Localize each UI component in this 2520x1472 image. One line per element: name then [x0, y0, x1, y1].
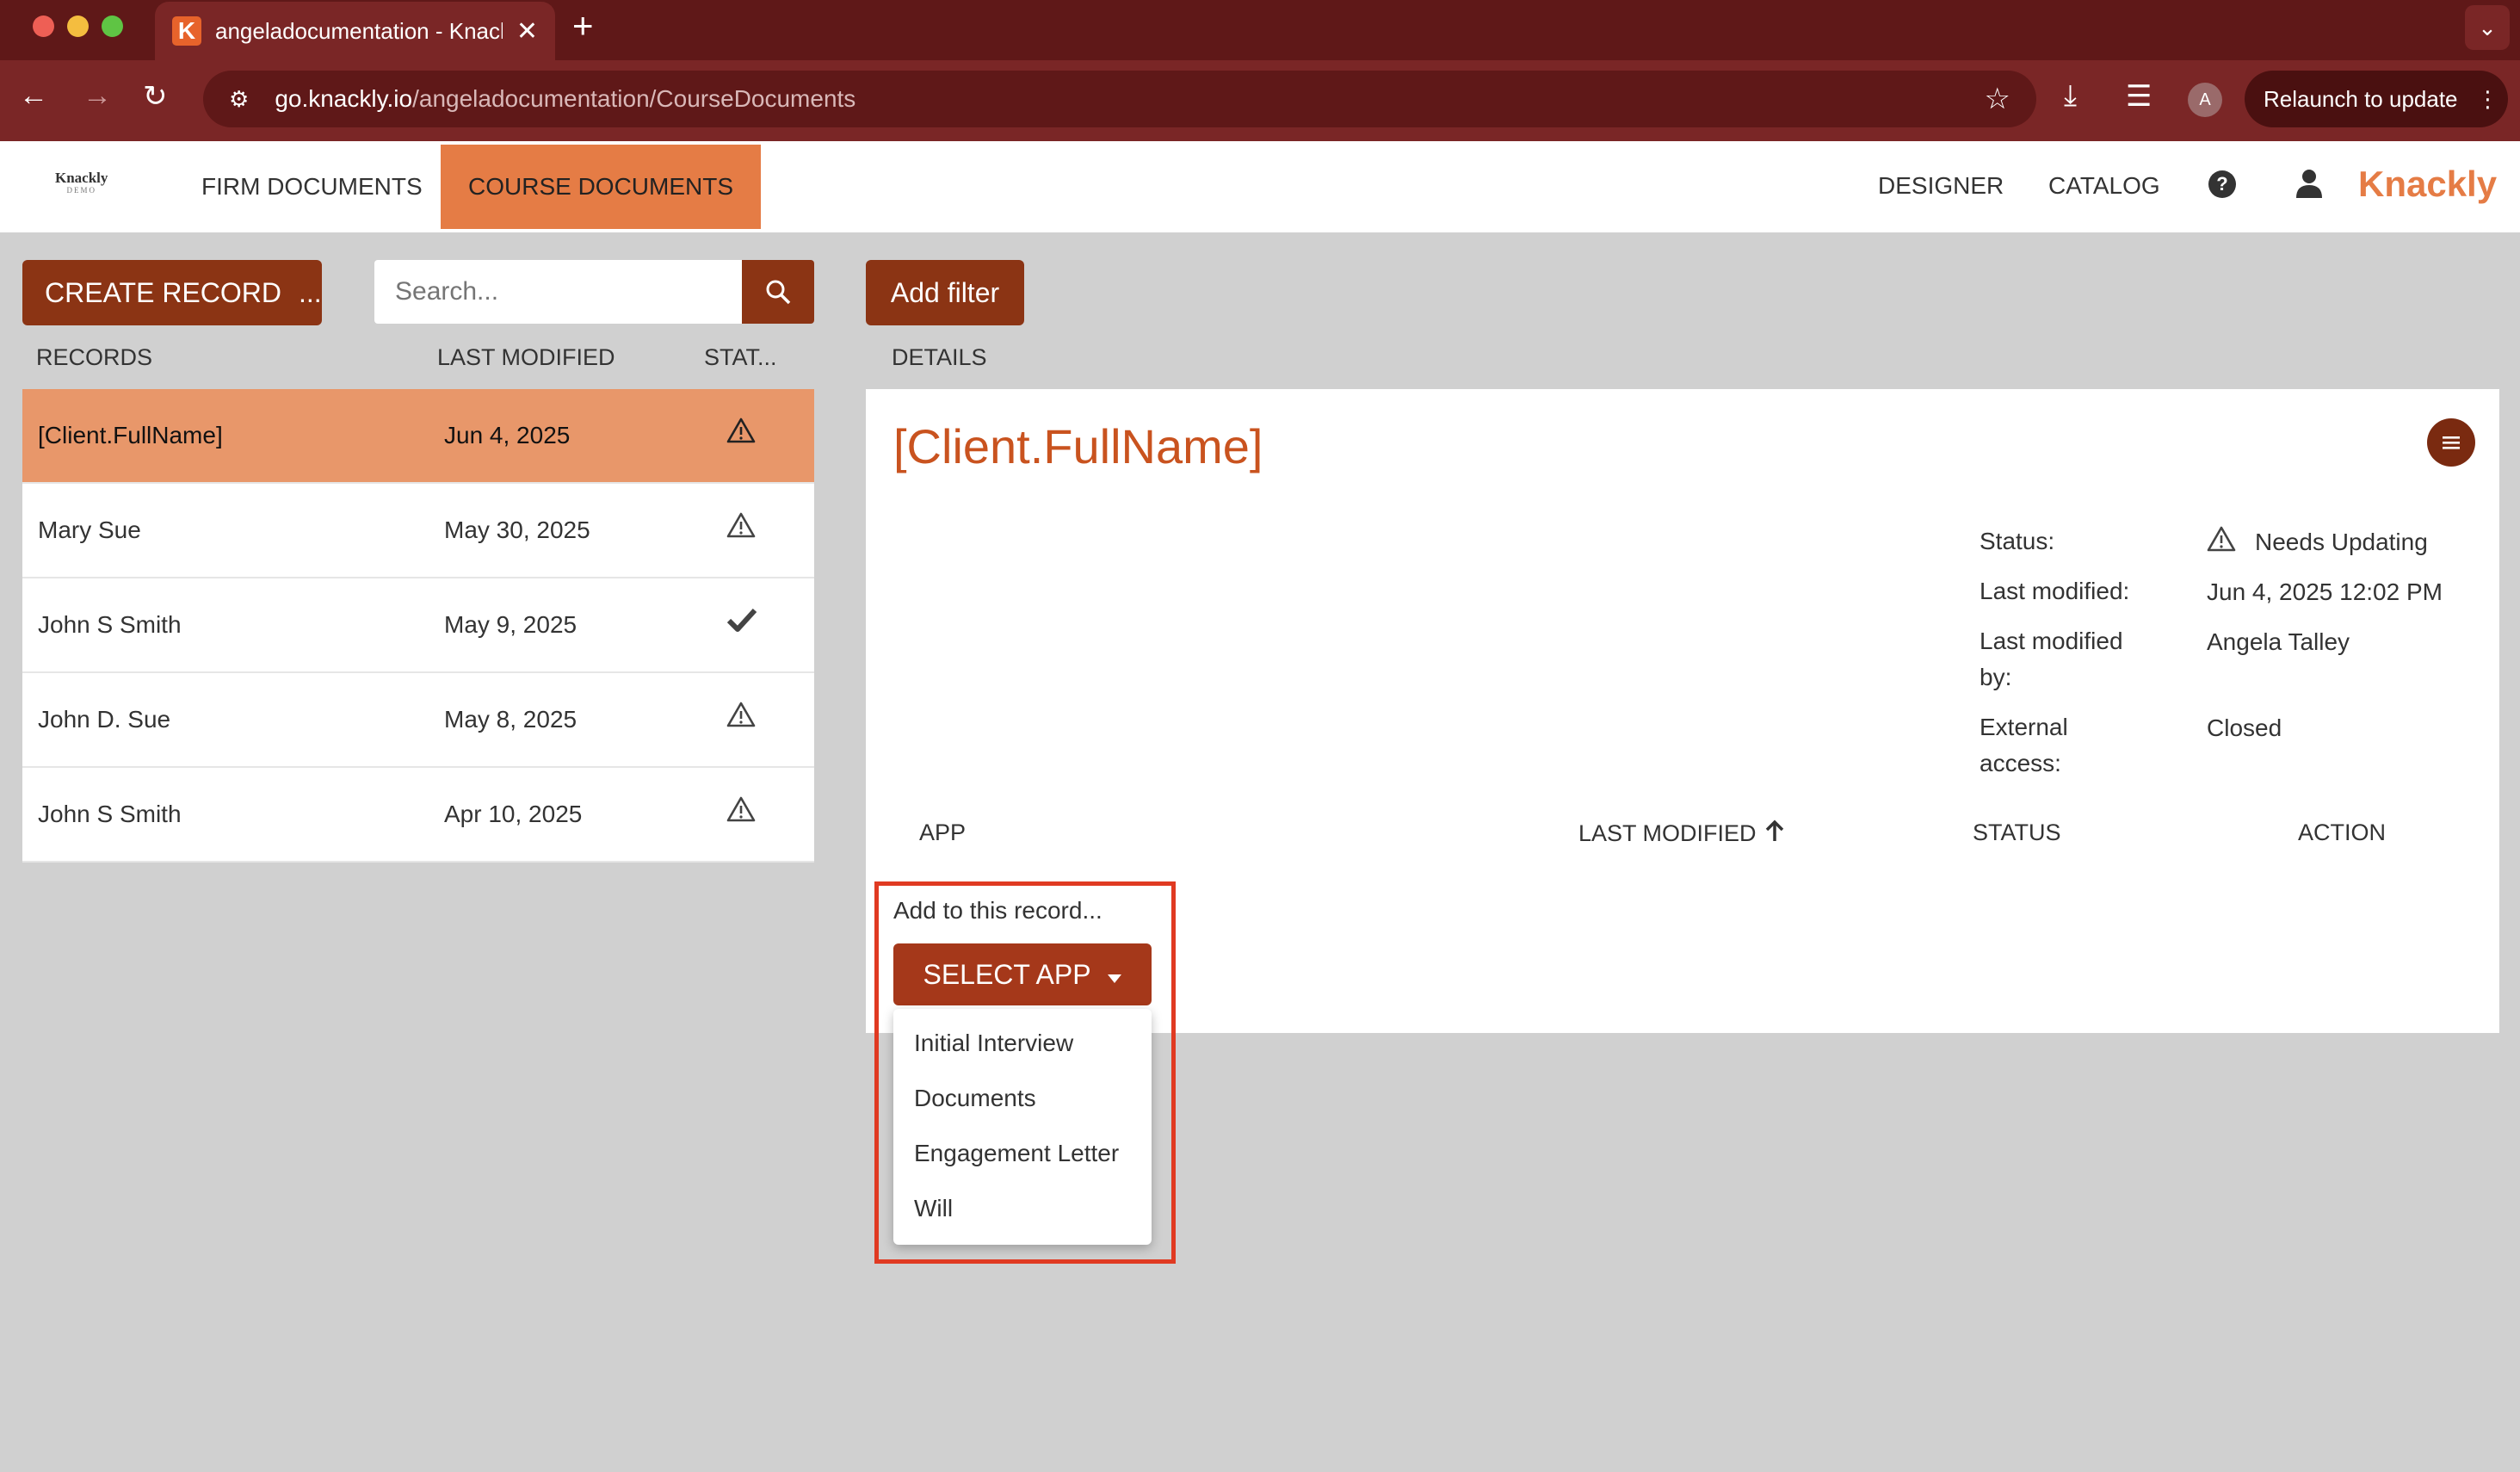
record-menu-button[interactable]: [2427, 418, 2475, 467]
relaunch-label: Relaunch to update: [2264, 85, 2458, 112]
url-path: /angeladocumentation/CourseDocuments: [412, 85, 856, 112]
last-modified-by-line1: Last modified: [1980, 628, 2123, 654]
record-date: Apr 10, 2025: [444, 801, 583, 827]
user-icon[interactable]: [2296, 169, 2322, 202]
record-date: May 8, 2025: [444, 706, 578, 733]
last-modified-header-label: LAST MODIFIED: [1578, 820, 1757, 846]
search-input[interactable]: [374, 260, 743, 324]
record-row[interactable]: John D. Sue May 8, 2025: [22, 673, 814, 768]
dropdown-item-documents[interactable]: Documents: [914, 1085, 1036, 1112]
tab-title: angeladocumentation - Knackly: [215, 17, 503, 44]
nav-designer[interactable]: DESIGNER: [1878, 172, 2004, 200]
warning-icon: [2207, 525, 2236, 559]
select-app-label: SELECT APP: [923, 958, 1091, 990]
action-header: ACTION: [2298, 819, 2387, 845]
last-modified-by-label: Last modified by:: [1980, 623, 2123, 696]
bookmark-star-icon[interactable]: ☆: [1985, 82, 2010, 116]
last-modified-label: Last modified:: [1980, 578, 2130, 604]
warning-icon: [726, 795, 756, 829]
add-filter-button[interactable]: Add filter: [866, 260, 1024, 325]
record-row[interactable]: Mary Sue May 30, 2025: [22, 484, 814, 578]
last-modified-by-value: Angela Talley: [2207, 628, 2350, 655]
record-name: John D. Sue: [38, 706, 171, 733]
record-title: [Client.FullName]: [893, 419, 1263, 473]
external-access-line1: External: [1980, 714, 2068, 740]
forward-arrow-icon[interactable]: →: [83, 79, 112, 113]
record-date: Jun 4, 2025: [444, 422, 571, 448]
relaunch-button[interactable]: Relaunch to update ⋮: [2245, 71, 2508, 127]
warning-icon: [726, 511, 756, 545]
knackly-demo-logo[interactable]: Knackly DEMO: [55, 170, 108, 196]
warning-icon: [726, 701, 756, 734]
sort-arrow-up-icon: [1765, 819, 1784, 848]
dropdown-item-initial-interview[interactable]: Initial Interview: [914, 1030, 1073, 1057]
media-playlist-icon[interactable]: ☰: [2126, 79, 2152, 114]
record-name: John S Smith: [38, 611, 182, 638]
logo-text: Knackly: [55, 170, 108, 186]
tab-course-documents[interactable]: COURSE DOCUMENTS: [441, 145, 762, 229]
record-date: May 9, 2025: [444, 611, 578, 638]
record-row[interactable]: John S Smith May 9, 2025: [22, 578, 814, 673]
status-label: Status:: [1980, 528, 2055, 554]
browser-tab[interactable]: K angeladocumentation - Knackly ✕: [155, 2, 555, 60]
window-close-dot[interactable]: [33, 15, 54, 37]
status-header[interactable]: STATUS: [1973, 819, 2061, 846]
create-record-label: CREATE RECORD: [45, 276, 281, 308]
records-list: [Client.FullName] Jun 4, 2025 Mary Sue M…: [22, 389, 814, 863]
url-host: go.knackly.io: [275, 85, 413, 112]
external-access-label: External access:: [1980, 709, 2068, 782]
create-record-button[interactable]: CREATE RECORD ...: [22, 260, 322, 325]
site-settings-icon[interactable]: ⚙: [229, 86, 249, 113]
window-minimize-dot[interactable]: [67, 15, 89, 37]
record-row[interactable]: John S Smith Apr 10, 2025: [22, 768, 814, 863]
record-name: [Client.FullName]: [38, 422, 223, 448]
records-column-header[interactable]: RECORDS: [36, 344, 152, 371]
logo-sub: DEMO: [66, 186, 96, 195]
nav-catalog[interactable]: CATALOG: [2048, 172, 2160, 200]
last-modified-by-line2: by:: [1980, 664, 2012, 690]
warning-icon: [726, 417, 756, 450]
tab-search-chevron-icon[interactable]: ⌄: [2465, 5, 2510, 50]
last-modified-column-header[interactable]: LAST MODIFIED: [437, 344, 615, 371]
dropdown-item-will[interactable]: Will: [914, 1195, 953, 1222]
status-column-header[interactable]: STAT...: [704, 344, 777, 371]
reload-icon[interactable]: ↻: [143, 79, 168, 114]
status-value: Needs Updating: [2255, 528, 2428, 555]
caret-down-icon: [1107, 959, 1122, 991]
select-app-button[interactable]: SELECT APP: [893, 943, 1152, 1005]
status-value-group: Needs Updating: [2207, 525, 2428, 559]
knackly-favicon-icon: K: [172, 16, 201, 46]
dropdown-item-engagement-letter[interactable]: Engagement Letter: [914, 1140, 1119, 1167]
hamburger-icon: [2443, 436, 2460, 449]
tab-firm-documents[interactable]: FIRM DOCUMENTS: [174, 145, 450, 229]
external-access-value: Closed: [2207, 714, 2282, 741]
knackly-brand-logo[interactable]: Knackly: [2358, 164, 2497, 205]
browser-menu-icon[interactable]: ⋮: [2477, 86, 2499, 113]
search-button[interactable]: [742, 260, 814, 324]
help-icon[interactable]: ?: [2208, 170, 2236, 198]
details-header: DETAILS: [892, 344, 987, 370]
checkmark-icon: [726, 606, 757, 640]
app-column-header[interactable]: APP: [919, 819, 966, 846]
record-name: John S Smith: [38, 801, 182, 827]
download-icon[interactable]: ⤓: [2064, 79, 2077, 113]
window-maximize-dot[interactable]: [102, 15, 123, 37]
last-modified-value: Jun 4, 2025 12:02 PM: [2207, 578, 2443, 605]
search-icon: [766, 280, 791, 305]
profile-avatar[interactable]: A: [2188, 83, 2222, 117]
record-row[interactable]: [Client.FullName] Jun 4, 2025: [22, 389, 814, 484]
new-tab-icon[interactable]: +: [572, 5, 594, 46]
external-access-line2: access:: [1980, 750, 2061, 776]
app-dropdown-menu: Initial Interview Documents Engagement L…: [893, 1009, 1152, 1245]
last-modified-sort-header[interactable]: LAST MODIFIED: [1578, 819, 1784, 848]
address-bar[interactable]: ⚙ go.knackly.io /angeladocumentation/Cou…: [203, 71, 2036, 127]
record-date: May 30, 2025: [444, 516, 590, 543]
record-name: Mary Sue: [38, 516, 141, 543]
create-record-more: ...: [298, 276, 322, 308]
tab-close-icon[interactable]: ✕: [516, 16, 538, 46]
add-to-record-prompt: Add to this record...: [893, 897, 1102, 924]
back-arrow-icon[interactable]: ←: [19, 79, 48, 113]
